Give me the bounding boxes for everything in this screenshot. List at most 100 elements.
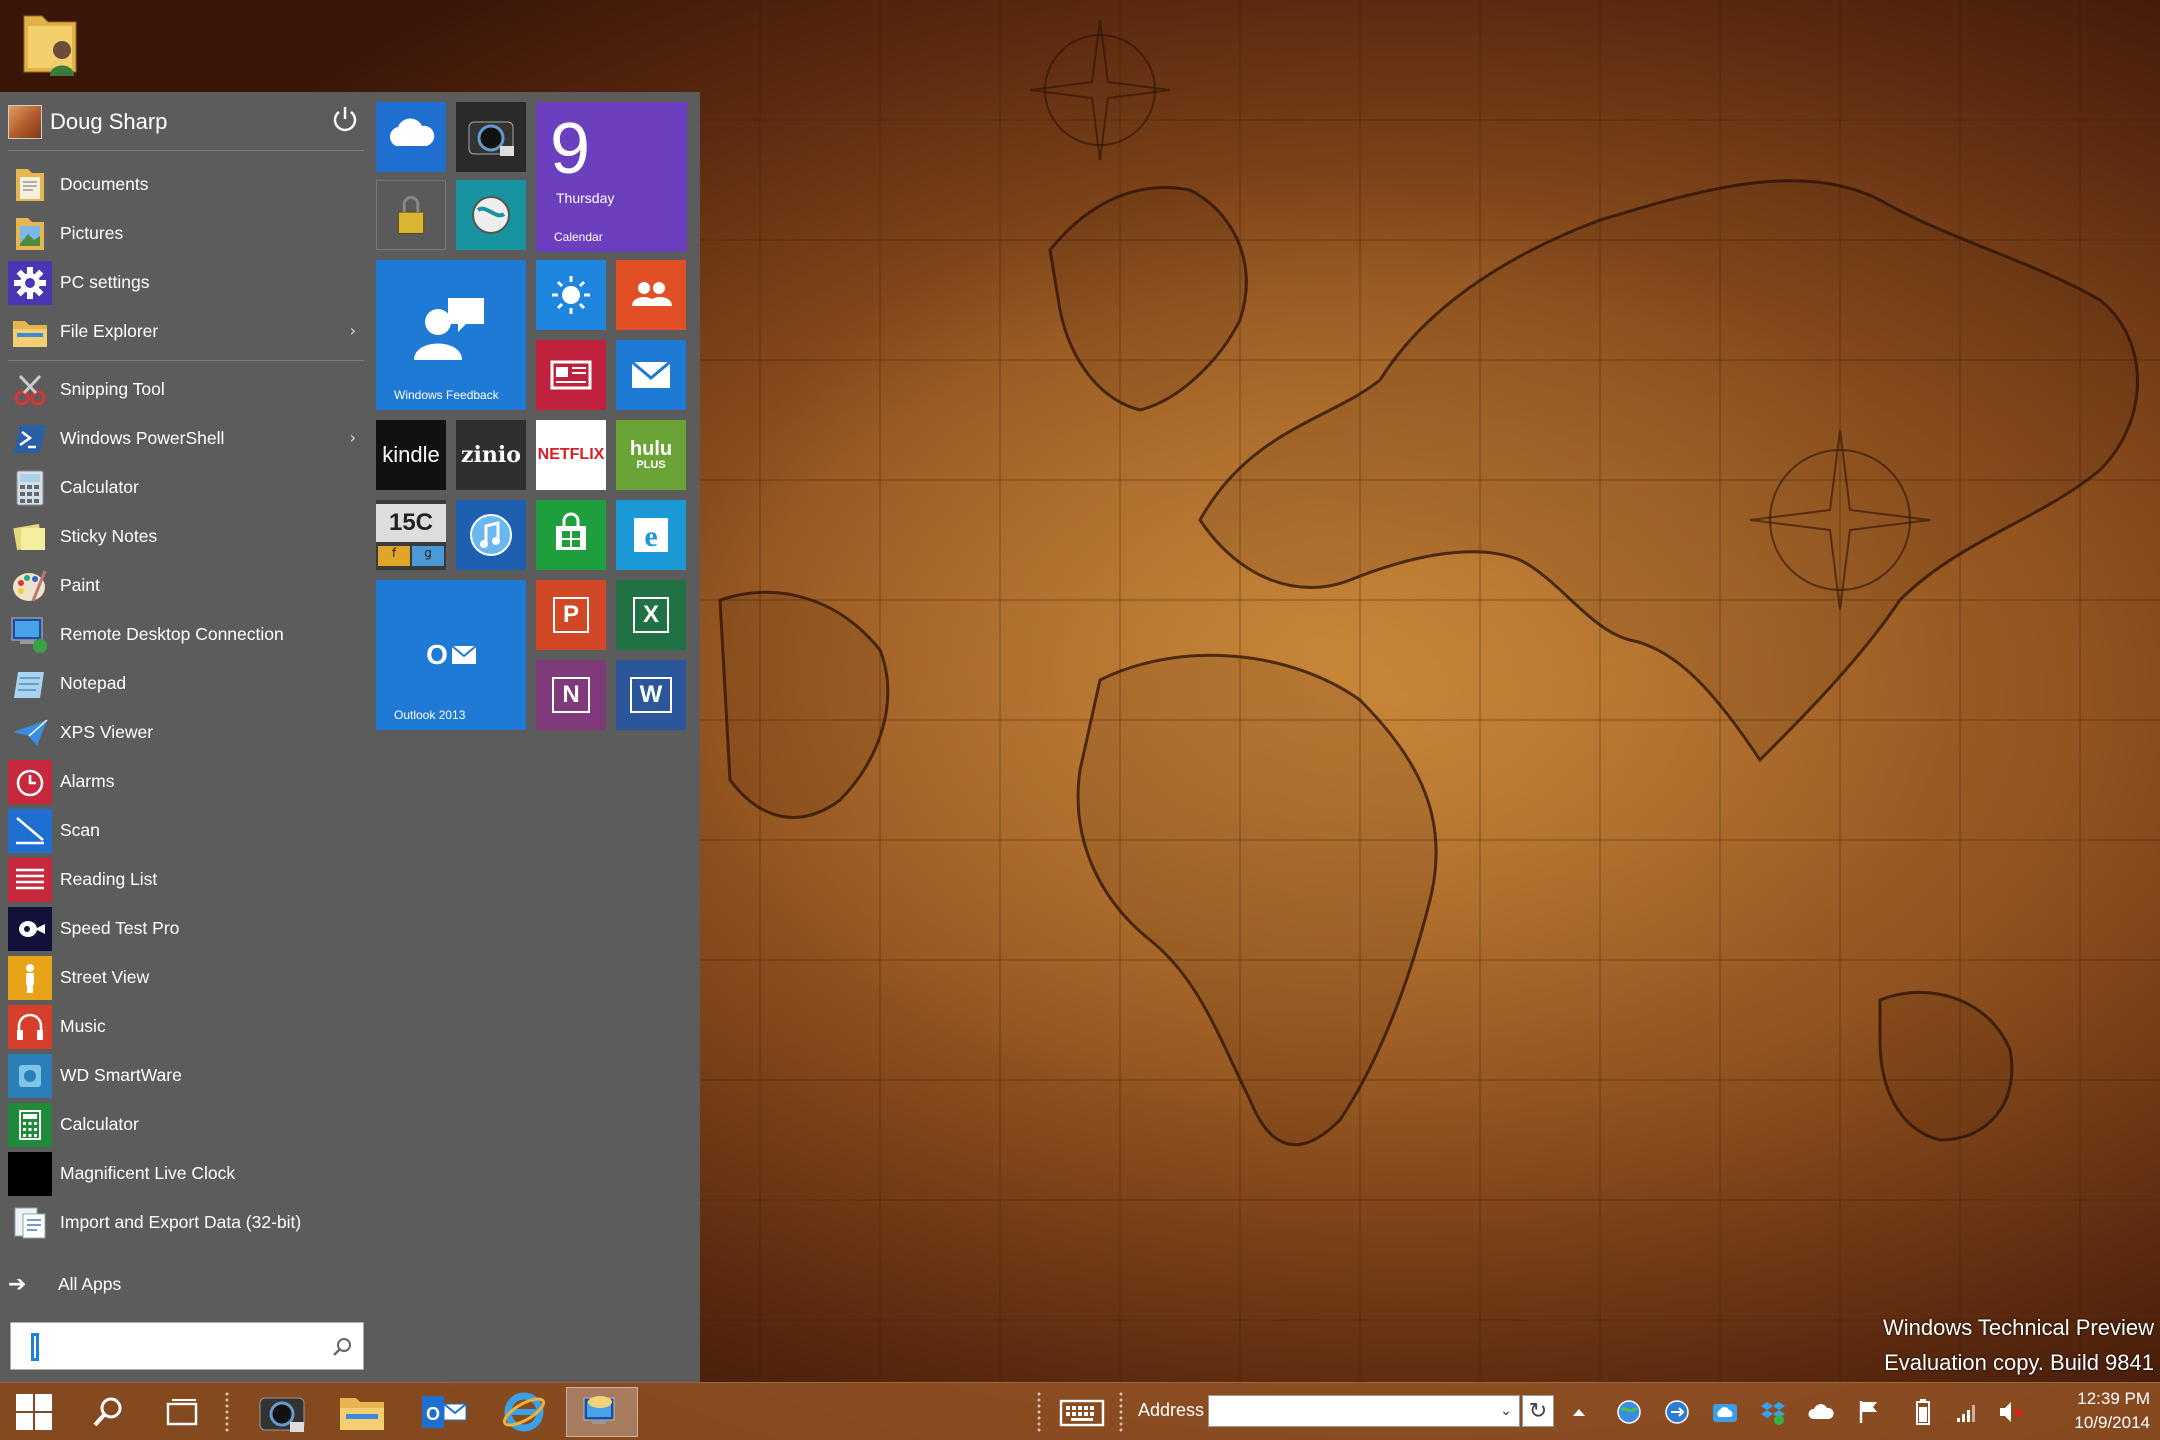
app-sticky-notes[interactable]: Sticky Notes	[8, 512, 364, 561]
watermark-line-1: Windows Technical Preview	[1882, 1315, 2154, 1340]
app-music[interactable]: Music	[8, 1002, 364, 1051]
tile-internet-explorer[interactable]: e	[616, 500, 686, 570]
tile-word[interactable]: W	[616, 660, 686, 730]
app-calculator[interactable]: Calculator	[8, 463, 364, 512]
zinio-logo: zinio	[461, 442, 521, 468]
app-remote-desktop[interactable]: Remote Desktop Connection	[8, 610, 364, 659]
all-apps-button[interactable]: ➔ All Apps	[8, 1264, 308, 1304]
tile-weather[interactable]	[536, 260, 606, 330]
tile-zinio[interactable]: zinio	[456, 420, 526, 490]
taskbar-app-internet-explorer[interactable]	[494, 1387, 554, 1437]
app-reading-list[interactable]: Reading List	[8, 855, 364, 904]
tile-onedrive[interactable]	[376, 102, 446, 172]
touch-keyboard-button[interactable]	[1052, 1387, 1112, 1437]
toolbar-grip[interactable]	[1118, 1391, 1124, 1433]
cloud-outline-icon	[1808, 1404, 1834, 1419]
app-label: Magnificent Live Clock	[60, 1163, 236, 1183]
tile-netflix[interactable]: NETFLIX	[536, 420, 606, 490]
app-magnificent-live-clock[interactable]: Magnificent Live Clock	[8, 1149, 364, 1198]
app-windows-powershell[interactable]: Windows PowerShell ›	[8, 414, 364, 463]
app-speed-test-pro[interactable]: Speed Test Pro	[8, 904, 364, 953]
wd-smartware-icon	[8, 1053, 52, 1098]
taskbar-app-file-explorer[interactable]	[332, 1387, 392, 1437]
tile-camera-64[interactable]	[456, 102, 526, 172]
tray-action-center[interactable]	[1854, 1397, 1884, 1427]
app-street-view[interactable]: Street View	[8, 953, 364, 1002]
app-paint[interactable]: Paint	[8, 561, 364, 610]
show-hidden-icons-button[interactable]	[1564, 1397, 1594, 1427]
tile-kindle[interactable]: kindle	[376, 420, 446, 490]
tile-hp15c[interactable]: 15C f g	[376, 500, 446, 570]
address-input[interactable]	[1208, 1395, 1520, 1427]
app-import-export-data[interactable]: Import and Export Data (32-bit)	[8, 1198, 364, 1247]
place-pc-settings[interactable]: PC settings	[8, 258, 364, 307]
alarms-icon	[8, 759, 52, 804]
tray-cloud[interactable]	[1806, 1397, 1836, 1427]
app-label: Scan	[60, 820, 100, 840]
calendar-weekday: Thursday	[556, 190, 615, 206]
tile-windows-feedback[interactable]: Windows Feedback	[376, 260, 526, 410]
app-xps-viewer[interactable]: XPS Viewer	[8, 708, 364, 757]
place-pictures[interactable]: Pictures	[8, 209, 364, 258]
outlook-letter: O	[426, 639, 448, 670]
toolbar-grip[interactable]	[224, 1391, 230, 1433]
refresh-button[interactable]: ↻	[1522, 1395, 1554, 1427]
app-calculator-metro[interactable]: Calculator	[8, 1100, 364, 1149]
start-button[interactable]	[4, 1387, 64, 1437]
tray-network-globe[interactable]	[1614, 1397, 1644, 1427]
tray-wifi[interactable]	[1952, 1397, 1982, 1427]
chevron-right-icon[interactable]: ›	[350, 428, 356, 447]
search-icon	[93, 1397, 122, 1427]
mail-icon	[631, 360, 671, 388]
tile-onenote[interactable]: N	[536, 660, 606, 730]
app-wd-smartware[interactable]: WD SmartWare	[8, 1051, 364, 1100]
power-icon[interactable]	[330, 104, 360, 134]
clock-time: 12:39 PM	[2077, 1389, 2150, 1408]
app-label: Windows PowerShell	[60, 428, 225, 448]
place-documents[interactable]: Documents	[8, 160, 364, 209]
globe-icon	[472, 196, 510, 234]
tray-volume[interactable]	[1996, 1397, 2026, 1427]
place-file-explorer[interactable]: File Explorer ›	[8, 307, 364, 356]
taskbar-app-outlook[interactable]: O	[414, 1387, 474, 1437]
search-input[interactable]	[10, 1322, 364, 1370]
tile-outlook-2013[interactable]: O Outlook 2013	[376, 580, 526, 730]
search-icon[interactable]	[331, 1336, 353, 1358]
tile-powerpoint[interactable]: P	[536, 580, 606, 650]
app-label: Paint	[60, 575, 100, 595]
tile-people[interactable]	[616, 260, 686, 330]
app-snipping-tool[interactable]: Snipping Tool	[8, 365, 364, 414]
toolbar-grip[interactable]	[1036, 1391, 1042, 1433]
tile-store[interactable]	[536, 500, 606, 570]
tile-mail[interactable]	[616, 340, 686, 410]
task-view-button[interactable]	[154, 1387, 210, 1437]
tile-calendar[interactable]: 9 Thursday Calendar	[536, 102, 687, 252]
tile-keychain[interactable]	[376, 180, 446, 250]
battery-icon	[1916, 1399, 1930, 1425]
taskbar-search-button[interactable]	[80, 1387, 136, 1437]
svg-text:e: e	[644, 520, 657, 553]
tray-battery[interactable]	[1908, 1397, 1938, 1427]
tile-news[interactable]	[536, 340, 606, 410]
app-alarms[interactable]: Alarms	[8, 757, 364, 806]
chevron-down-icon[interactable]: ⌄	[1496, 1397, 1516, 1425]
tile-maps-app[interactable]	[456, 180, 526, 250]
tray-sync[interactable]	[1662, 1397, 1692, 1427]
chevron-right-icon[interactable]: ›	[350, 321, 356, 340]
system-clock[interactable]: 12:39 PM 10/9/2014	[2040, 1387, 2150, 1435]
app-notepad[interactable]: Notepad	[8, 659, 364, 708]
taskbar-app-remote-desktop[interactable]	[566, 1387, 638, 1437]
tile-hulu-plus[interactable]: hulu PLUS	[616, 420, 686, 490]
taskbar-app-camera[interactable]	[252, 1387, 312, 1437]
tile-itunes[interactable]	[456, 500, 526, 570]
tray-dropbox[interactable]	[1758, 1397, 1788, 1427]
tray-onedrive[interactable]	[1710, 1397, 1740, 1427]
app-scan[interactable]: Scan	[8, 806, 364, 855]
app-label: Notepad	[60, 673, 127, 693]
tile-excel[interactable]: X	[616, 580, 686, 650]
file-explorer-icon	[8, 310, 52, 354]
app-label: Reading List	[60, 869, 158, 889]
paint-icon	[8, 564, 52, 608]
folder-user-icon[interactable]	[20, 6, 86, 80]
user-account-button[interactable]: Doug Sharp	[8, 102, 364, 142]
